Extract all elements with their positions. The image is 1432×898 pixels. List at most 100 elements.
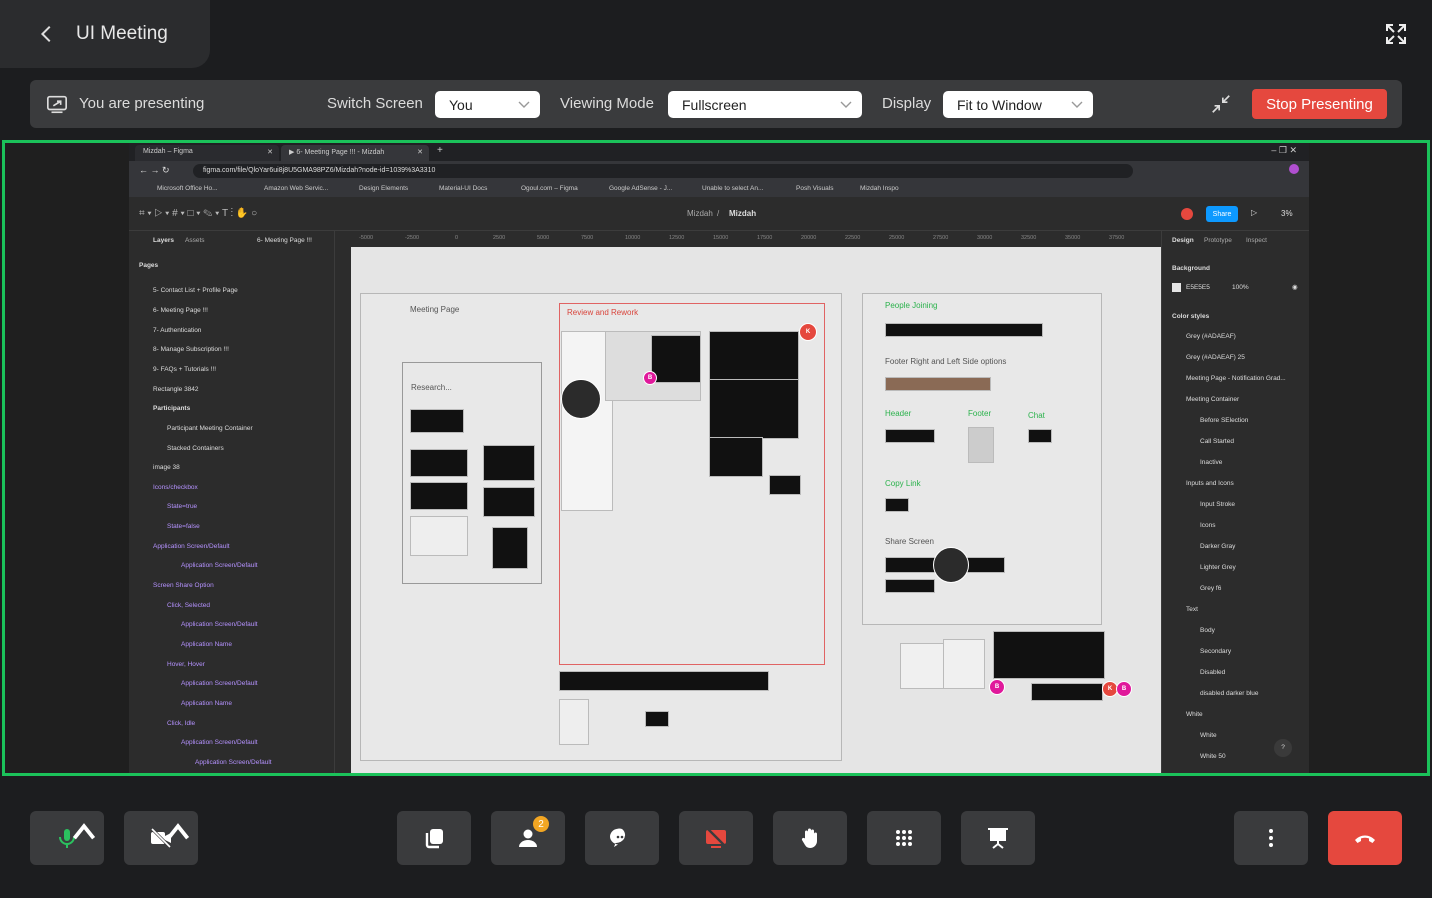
url-field[interactable]: figma.com/file/QloYar6ui8j8U5GMA98PZ6/Mi… — [193, 164, 1133, 178]
layer-item[interactable]: Application Screen/Default — [181, 562, 258, 569]
stop-presenting-button[interactable]: Stop Presenting — [1252, 89, 1387, 119]
color-style[interactable]: Darker Gray — [1200, 543, 1235, 550]
stop-share-button[interactable] — [679, 811, 753, 865]
color-style[interactable]: Grey (#ADAEAF) — [1186, 333, 1236, 340]
bookmark[interactable]: Posh Visuals — [796, 185, 833, 192]
zoom-level[interactable]: 3% — [1281, 209, 1293, 218]
help-icon[interactable]: ? — [1274, 739, 1292, 757]
file-name[interactable]: Mizdah — [729, 209, 756, 218]
tab-assets[interactable]: Assets — [185, 237, 205, 244]
bookmark[interactable]: Material-UI Docs — [439, 185, 487, 192]
layer-item[interactable]: Stacked Containers — [167, 445, 224, 452]
bookmark[interactable]: Google AdSense - J... — [609, 185, 672, 192]
bookmark[interactable]: Unable to select An... — [702, 185, 763, 192]
bookmark[interactable]: Mizdah Inspo — [860, 185, 899, 192]
style-group[interactable]: Text — [1186, 606, 1198, 613]
layer-item[interactable]: image 38 — [153, 464, 180, 471]
layer-item[interactable]: State=false — [167, 523, 200, 530]
browser-tab[interactable]: Mizdah – Figma ✕ — [135, 145, 279, 161]
layer-item[interactable]: Application Screen/Default — [153, 543, 230, 550]
figma-canvas[interactable]: -5000 -2500 0 2500 5000 7500 10000 12500… — [335, 231, 1161, 773]
background-opacity[interactable]: 100% — [1232, 284, 1249, 291]
end-call-button[interactable] — [1328, 811, 1402, 865]
viewing-mode-select[interactable]: Fullscreen — [668, 91, 862, 118]
caret-up-icon[interactable] — [72, 819, 96, 843]
layer-item[interactable]: Application Screen/Default — [181, 739, 258, 746]
chat-button[interactable] — [585, 811, 659, 865]
eye-icon[interactable]: ◉ — [1292, 283, 1298, 291]
microphone-button[interactable] — [30, 811, 104, 865]
browser-tab-active[interactable]: ▶ 6- Meeting Page !!! - Mizdah ✕ — [281, 145, 429, 161]
tab-layers[interactable]: Layers — [153, 237, 174, 244]
page-item[interactable]: 9- FAQs + Tutorials !!! — [153, 366, 216, 373]
caret-up-icon[interactable] — [166, 819, 190, 843]
tab-design[interactable]: Design — [1172, 237, 1194, 244]
tab-prototype[interactable]: Prototype — [1204, 237, 1232, 244]
color-style[interactable]: Inactive — [1200, 459, 1222, 466]
color-style[interactable]: Body — [1200, 627, 1215, 634]
layer-item[interactable]: State=true — [167, 503, 197, 510]
color-swatch[interactable] — [1172, 283, 1181, 292]
style-group[interactable]: White — [1186, 711, 1203, 718]
play-icon[interactable]: ▷ — [1251, 208, 1257, 217]
page-item[interactable]: 7- Authentication — [153, 327, 201, 334]
more-options-button[interactable] — [1234, 811, 1308, 865]
figma-tools-icon[interactable]: ⌗ ▾ ▷ ▾ # ▾ □ ▾ ✎ ▾ T ⁝ ✋ ○ — [139, 208, 257, 219]
page-item[interactable]: 5- Contact List + Profile Page — [153, 287, 238, 294]
switch-screen-select[interactable]: You — [435, 91, 540, 118]
page-select[interactable]: 6- Meeting Page !!! — [257, 237, 312, 244]
color-style[interactable]: Disabled — [1200, 669, 1225, 676]
color-style[interactable]: disabled darker blue — [1200, 690, 1259, 697]
layer-item[interactable]: Screen Share Option — [153, 582, 214, 589]
display-select[interactable]: Fit to Window — [943, 91, 1093, 118]
apps-button[interactable] — [867, 811, 941, 865]
color-style[interactable]: Icons — [1200, 522, 1216, 529]
layer-item[interactable]: Application Screen/Default — [195, 759, 272, 766]
layer-item[interactable]: Rectangle 3842 — [153, 386, 199, 393]
color-style[interactable]: Before SElection — [1200, 417, 1248, 424]
share-button[interactable]: Share — [1206, 206, 1238, 222]
color-style[interactable]: White 50 — [1200, 753, 1226, 760]
bookmark[interactable]: Microsoft Office Ho... — [157, 185, 218, 192]
layer-item[interactable]: Application Screen/Default — [181, 621, 258, 628]
page-item-active[interactable]: 6- Meeting Page !!! — [153, 307, 208, 314]
bookmark[interactable]: Ogoul.com – Figma — [521, 185, 578, 192]
color-style[interactable]: Meeting Page - Notification Grad... — [1186, 375, 1286, 382]
color-style[interactable]: White — [1200, 732, 1217, 739]
bookmark[interactable]: Design Elements — [359, 185, 408, 192]
color-style[interactable]: Grey (#ADAEAF) 25 — [1186, 354, 1245, 361]
layer-item[interactable]: Application Name — [181, 641, 232, 648]
bookmark[interactable]: Amazon Web Servic... — [264, 185, 328, 192]
layer-item[interactable]: Icons/checkbox — [153, 484, 198, 491]
page-item[interactable]: 8- Manage Subscription !!! — [153, 346, 229, 353]
layer-item[interactable]: Participants — [153, 405, 190, 412]
layer-item[interactable]: Application Name — [181, 700, 232, 707]
close-icon[interactable]: ✕ — [417, 148, 423, 156]
close-icon[interactable]: ✕ — [267, 148, 273, 156]
layer-item[interactable]: Application Screen/Default — [181, 680, 258, 687]
window-controls-icon[interactable]: – ❐ ✕ — [1271, 145, 1297, 156]
exit-fullscreen-icon[interactable] — [1210, 93, 1232, 115]
copy-link-button[interactable] — [397, 811, 471, 865]
layer-item[interactable]: Click, Selected — [167, 602, 210, 609]
color-style[interactable]: Input Stroke — [1200, 501, 1235, 508]
color-style[interactable]: Call Started — [1200, 438, 1234, 445]
color-style[interactable]: Grey f6 — [1200, 585, 1221, 592]
camera-button[interactable] — [124, 811, 198, 865]
fullscreen-icon[interactable] — [1384, 22, 1408, 46]
background-hex[interactable]: E5E5E5 — [1186, 284, 1210, 291]
tab-inspect[interactable]: Inspect — [1246, 237, 1267, 244]
back-arrow-icon[interactable] — [36, 23, 58, 45]
layer-item[interactable]: Participant Meeting Container — [167, 425, 253, 432]
avatar[interactable] — [1289, 164, 1299, 174]
style-group[interactable]: Meeting Container — [1186, 396, 1239, 403]
color-style[interactable]: Secondary — [1200, 648, 1231, 655]
participants-button[interactable]: 2 — [491, 811, 565, 865]
color-style[interactable]: Lighter Grey — [1200, 564, 1236, 571]
new-tab-icon[interactable]: + — [437, 145, 443, 156]
layer-item[interactable]: Hover, Hover — [167, 661, 205, 668]
whiteboard-button[interactable] — [961, 811, 1035, 865]
raise-hand-button[interactable] — [773, 811, 847, 865]
layer-item[interactable]: Click, Idle — [167, 720, 195, 727]
style-group[interactable]: Inputs and Icons — [1186, 480, 1234, 487]
